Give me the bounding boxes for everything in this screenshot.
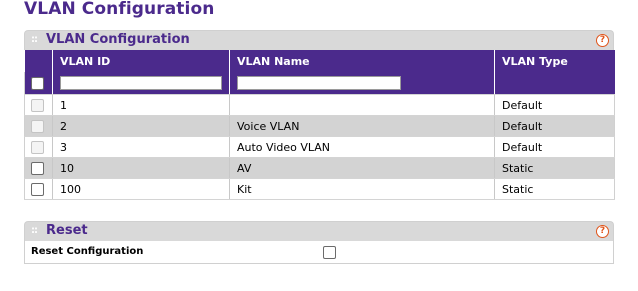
select-all-cell — [24, 72, 53, 95]
vlan-name-cell: AV — [229, 157, 495, 179]
vlan-id-filter-cell — [52, 72, 230, 95]
row-checkbox — [31, 98, 44, 112]
vlan-type-cell: Default — [494, 94, 615, 116]
header-select-cell — [24, 50, 53, 72]
vlan-configuration-panel: :: VLAN Configuration ? VLAN ID VLAN Nam… — [24, 30, 615, 200]
vlan-name-cell — [229, 94, 495, 116]
vlan-type-cell: Static — [494, 157, 615, 179]
vlan-name-filter-cell — [229, 72, 495, 95]
page-title: VLAN Configuration — [24, 0, 215, 19]
row-select-cell — [24, 178, 53, 200]
table-row[interactable]: 100 Kit Static — [24, 178, 615, 200]
row-select-cell — [24, 115, 53, 137]
vlan-name-input[interactable] — [237, 76, 401, 90]
row-select-cell — [24, 157, 53, 179]
vlan-id-input[interactable] — [60, 76, 222, 90]
vlan-type-filter-cell — [494, 72, 615, 95]
row-checkbox[interactable] — [31, 161, 44, 175]
row-checkbox — [31, 140, 44, 154]
filter-row — [24, 72, 615, 95]
reset-panel-header: :: Reset ? — [24, 221, 614, 241]
vlan-id-cell: 1 — [52, 94, 230, 116]
vlan-type-cell: Default — [494, 115, 615, 137]
row-select-cell — [24, 136, 53, 158]
row-checkbox[interactable] — [31, 182, 44, 196]
table-row[interactable]: 10 AV Static — [24, 157, 615, 179]
table-row[interactable]: 2 Voice VLAN Default — [24, 115, 615, 137]
vlan-name-cell: Voice VLAN — [229, 115, 495, 137]
vlan-panel-header: :: VLAN Configuration ? — [24, 30, 614, 50]
drag-grip-icon: :: — [31, 225, 38, 236]
reset-configuration-label: Reset Configuration — [31, 246, 144, 257]
vlan-name-cell: Auto Video VLAN — [229, 136, 495, 158]
column-header-vlan-id[interactable]: VLAN ID — [52, 50, 230, 72]
column-header-vlan-type[interactable]: VLAN Type — [494, 50, 615, 72]
help-icon[interactable]: ? — [596, 225, 609, 238]
reset-body: Reset Configuration — [24, 241, 614, 264]
vlan-type-cell: Default — [494, 136, 615, 158]
vlan-id-cell: 10 — [52, 157, 230, 179]
row-select-cell — [24, 94, 53, 116]
vlan-name-cell: Kit — [229, 178, 495, 200]
help-icon[interactable]: ? — [596, 34, 609, 47]
row-checkbox — [31, 119, 44, 133]
reset-panel: :: Reset ? Reset Configuration — [24, 221, 614, 264]
reset-configuration-checkbox[interactable] — [323, 246, 336, 259]
table-row[interactable]: 3 Auto Video VLAN Default — [24, 136, 615, 158]
drag-grip-icon: :: — [31, 34, 38, 45]
vlan-type-cell: Static — [494, 178, 615, 200]
vlan-id-cell: 3 — [52, 136, 230, 158]
vlan-table: VLAN ID VLAN Name VLAN Type 1 Default 2 … — [24, 50, 615, 200]
table-row[interactable]: 1 Default — [24, 94, 615, 116]
vlan-id-cell: 100 — [52, 178, 230, 200]
column-header-vlan-name[interactable]: VLAN Name — [229, 50, 495, 72]
table-header-row: VLAN ID VLAN Name VLAN Type — [24, 50, 615, 72]
vlan-panel-title: VLAN Configuration — [46, 32, 190, 47]
reset-panel-title: Reset — [46, 223, 88, 238]
vlan-id-cell: 2 — [52, 115, 230, 137]
select-all-checkbox[interactable] — [31, 76, 44, 90]
